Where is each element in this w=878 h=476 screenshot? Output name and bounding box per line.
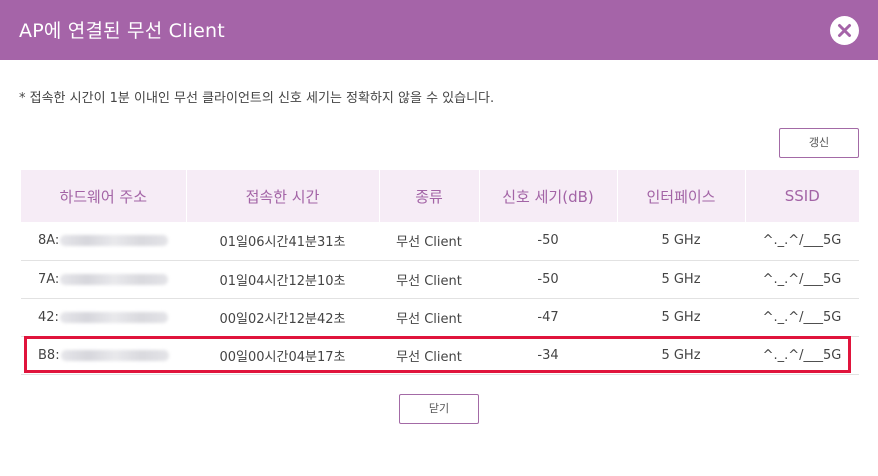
col-header-signal: 신호 세기(dB) <box>479 170 618 222</box>
cell-interface: 5 GHz <box>617 298 745 337</box>
cell-ssid: ^._.^/___5G <box>745 298 859 337</box>
cell-interface: 5 GHz <box>617 336 745 375</box>
cell-signal: -50 <box>479 222 617 261</box>
cell-type: 무선 Client <box>379 260 479 299</box>
redacted-mac <box>59 311 168 323</box>
client-table: 하드웨어 주소 접속한 시간 종류 신호 세기(dB) 인터페이스 SSID 8… <box>21 170 859 375</box>
redacted-mac <box>60 349 169 361</box>
cell-time: 00일00시간04분17초 <box>186 336 379 375</box>
cell-signal: -50 <box>479 260 617 299</box>
redacted-mac <box>60 273 169 285</box>
cell-time: 01일04시간12분10초 <box>186 260 379 299</box>
cell-time: 00일02시간12분42초 <box>186 298 379 337</box>
client-table-header: 하드웨어 주소 접속한 시간 종류 신호 세기(dB) 인터페이스 SSID <box>21 170 859 222</box>
cell-mac: 7A: <box>21 260 186 299</box>
close-button[interactable] <box>830 16 859 45</box>
close-x-icon <box>838 24 851 37</box>
notice-text: * 접속한 시간이 1분 이내인 무선 클라이언트의 신호 세기는 정확하지 않… <box>19 91 495 106</box>
table-row: B8: 00일00시간04분17초 무선 Client -34 5 GHz ^.… <box>21 336 859 375</box>
dialog-title: AP에 연결된 무선 Client <box>19 20 225 42</box>
table-row: 8A: 01일06시간41분31초 무선 Client -50 5 GHz ^.… <box>21 222 859 261</box>
cell-type: 무선 Client <box>379 298 479 337</box>
table-row: 7A: 01일04시간12분10초 무선 Client -50 5 GHz ^.… <box>21 260 859 299</box>
dialog-titlebar: AP에 연결된 무선 Client <box>0 0 878 60</box>
cell-signal: -34 <box>479 336 617 375</box>
cell-type: 무선 Client <box>379 222 479 261</box>
col-header-time: 접속한 시간 <box>186 170 380 222</box>
cell-mac: 42: <box>21 298 186 337</box>
refresh-button[interactable]: 갱신 <box>779 128 859 158</box>
table-row: 42: 00일02시간12분42초 무선 Client -47 5 GHz ^.… <box>21 298 859 337</box>
cell-ssid: ^._.^/___5G <box>745 222 859 261</box>
col-header-type: 종류 <box>379 170 480 222</box>
cell-time: 01일06시간41분31초 <box>186 222 379 261</box>
cell-ssid: ^._.^/___5G <box>745 260 859 299</box>
col-header-mac: 하드웨어 주소 <box>21 170 187 222</box>
cell-signal: -47 <box>479 298 617 337</box>
cell-mac: 8A: <box>21 222 186 261</box>
redacted-mac <box>60 235 169 247</box>
cell-interface: 5 GHz <box>617 222 745 261</box>
cell-mac: B8: <box>21 336 186 375</box>
col-header-interface: 인터페이스 <box>617 170 746 222</box>
cell-type: 무선 Client <box>379 336 479 375</box>
close-dialog-button[interactable]: 닫기 <box>399 394 479 424</box>
cell-ssid: ^._.^/___5G <box>745 336 859 375</box>
col-header-ssid: SSID <box>745 170 859 222</box>
cell-interface: 5 GHz <box>617 260 745 299</box>
